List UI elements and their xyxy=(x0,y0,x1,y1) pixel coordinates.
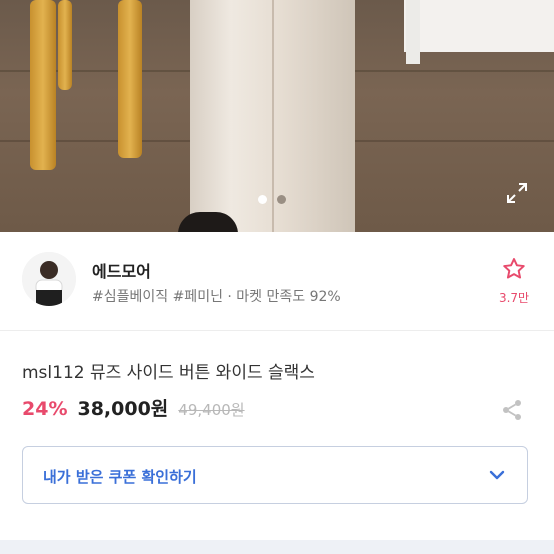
gallery-pagination xyxy=(258,195,286,204)
discount-rate: 24% xyxy=(22,398,68,420)
coupon-check-label: 내가 받은 쿠폰 확인하기 xyxy=(43,468,197,486)
favorite-button[interactable] xyxy=(494,256,534,286)
expand-icon[interactable] xyxy=(506,182,528,204)
product-image-gallery[interactable] xyxy=(0,0,554,232)
sale-price: 38,000원 xyxy=(77,398,169,420)
next-section-band xyxy=(0,540,554,554)
coupon-check-button[interactable]: 내가 받은 쿠폰 확인하기 xyxy=(22,446,528,504)
stool-leg xyxy=(118,0,142,158)
original-price: 49,400원 xyxy=(178,401,245,419)
background-furniture-leg xyxy=(406,0,420,64)
favorite-count: 3.7만 xyxy=(498,291,530,305)
seller-row[interactable]: 에드모어 #심플베이직 #페미닌 · 마켓 만족도 92% 3.7만 xyxy=(0,232,554,330)
section-divider xyxy=(0,330,554,331)
product-title: msl112 뮤즈 사이드 버튼 와이드 슬랙스 xyxy=(22,363,315,383)
stool-leg xyxy=(30,0,56,170)
chevron-down-icon xyxy=(487,465,507,485)
background-furniture xyxy=(404,0,554,52)
stool-leg xyxy=(58,0,72,90)
price-row: 24% 38,000원 49,400원 xyxy=(22,394,245,421)
star-icon[interactable] xyxy=(501,258,527,286)
seller-name[interactable]: 에드모어 xyxy=(92,258,151,282)
gallery-dot[interactable] xyxy=(277,195,286,204)
gallery-dot-active[interactable] xyxy=(258,195,267,204)
seller-avatar[interactable] xyxy=(22,252,76,306)
seller-tags: #심플베이직 #페미닌 · 마켓 만족도 92% xyxy=(92,289,341,305)
share-icon[interactable] xyxy=(500,398,524,422)
